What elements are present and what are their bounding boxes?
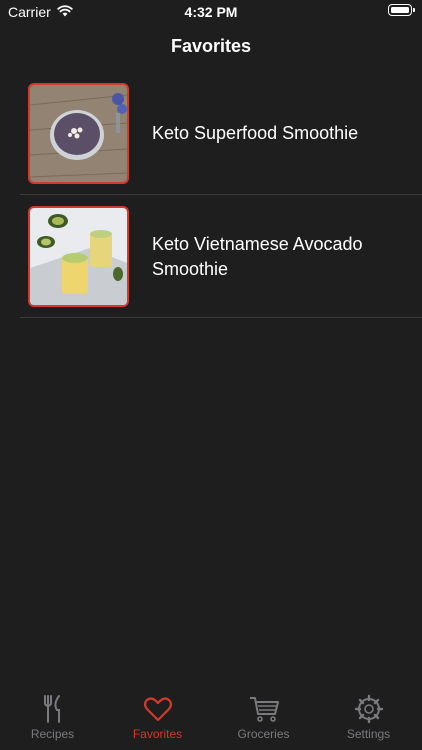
- fork-knife-icon: [0, 694, 105, 724]
- gear-icon: [316, 694, 421, 724]
- recipe-thumbnail: [28, 206, 129, 307]
- tab-bar: Recipes Favorites Groceries Settings: [0, 692, 422, 750]
- recipe-title: Keto Superfood Smoothie: [152, 123, 359, 143]
- heart-icon: [105, 694, 210, 724]
- status-time: 4:32 PM: [184, 4, 238, 20]
- tab-label: Recipes: [30, 727, 75, 741]
- cart-icon: [211, 694, 316, 724]
- tab-label: Groceries: [237, 727, 290, 741]
- recipe-thumbnail: [28, 83, 129, 184]
- page-title: Favorites: [170, 36, 252, 56]
- tab-favorites[interactable]: Favorites: [105, 692, 210, 750]
- tab-groceries[interactable]: Groceries: [211, 692, 316, 750]
- row-divider: [20, 317, 422, 318]
- favorites-list: Keto Superfood Smoothie Keto Vietnamese …: [0, 72, 422, 318]
- battery-icon: [388, 4, 415, 16]
- list-item[interactable]: Keto Superfood Smoothie: [0, 72, 422, 195]
- recipe-title: Keto Vietnamese Avocado Smoothie: [152, 233, 363, 279]
- tab-label: Settings: [346, 727, 391, 741]
- tab-label: Favorites: [132, 727, 183, 741]
- tab-settings[interactable]: Settings: [316, 692, 421, 750]
- tab-recipes[interactable]: Recipes: [0, 692, 105, 750]
- list-item[interactable]: Keto Vietnamese Avocado Smoothie: [0, 195, 422, 318]
- status-bar: Carrier 4:32 PM: [0, 0, 422, 24]
